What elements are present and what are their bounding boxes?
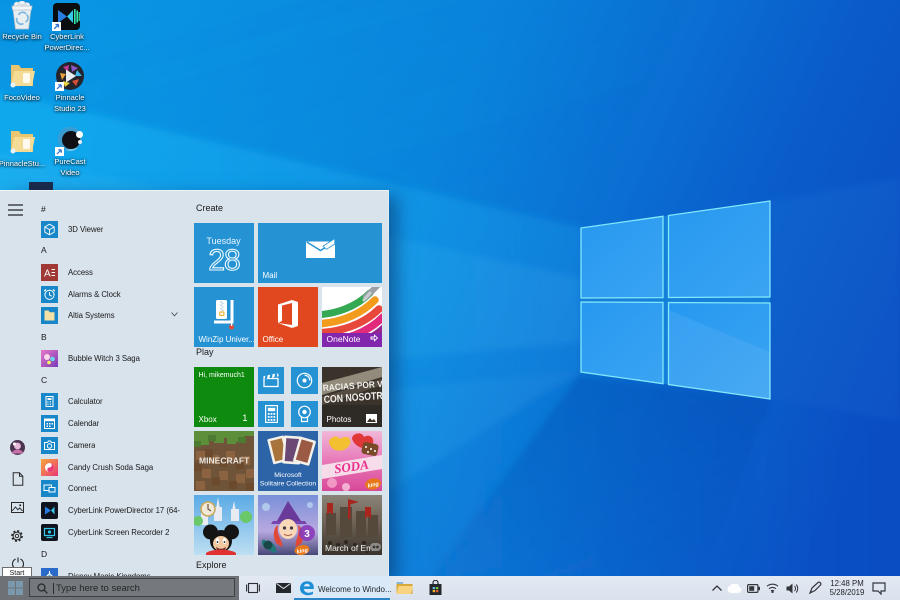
svg-text:Microsoft: Microsoft — [274, 472, 302, 479]
svg-text:3: 3 — [304, 529, 310, 540]
svg-text:March of Em: March of Em — [325, 543, 373, 553]
svg-text:MINECRAFT: MINECRAFT — [199, 456, 250, 466]
svg-text:Solitaire Collection: Solitaire Collection — [259, 481, 316, 488]
svg-text:A: A — [44, 268, 51, 279]
svg-text:28: 28 — [208, 244, 240, 277]
